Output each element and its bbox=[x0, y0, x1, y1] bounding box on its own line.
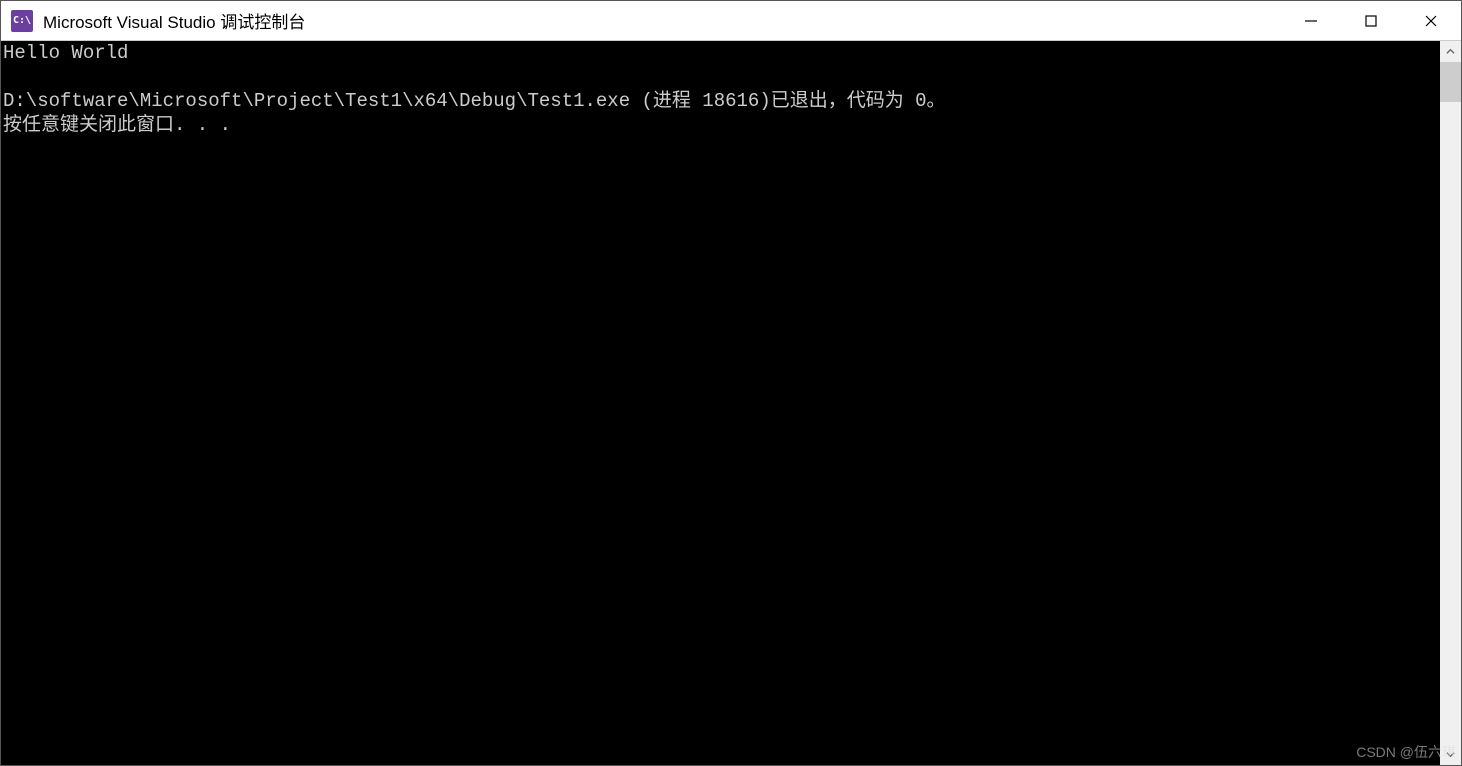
window-controls bbox=[1281, 1, 1461, 40]
window-title: Microsoft Visual Studio 调试控制台 bbox=[43, 8, 305, 33]
console-area: Hello World D:\software\Microsoft\Projec… bbox=[1, 41, 1461, 765]
minimize-button[interactable] bbox=[1281, 1, 1341, 40]
console-window: C:\ Microsoft Visual Studio 调试控制台 Hello … bbox=[0, 0, 1462, 766]
scroll-down-button[interactable] bbox=[1440, 744, 1461, 765]
minimize-icon bbox=[1304, 14, 1318, 28]
chevron-up-icon bbox=[1446, 47, 1455, 56]
app-icon: C:\ bbox=[11, 10, 33, 32]
close-button[interactable] bbox=[1401, 1, 1461, 40]
close-icon bbox=[1424, 14, 1438, 28]
scroll-thumb[interactable] bbox=[1440, 62, 1461, 102]
console-output[interactable]: Hello World D:\software\Microsoft\Projec… bbox=[1, 41, 1440, 765]
maximize-icon bbox=[1364, 14, 1378, 28]
vertical-scrollbar[interactable] bbox=[1440, 41, 1461, 765]
titlebar[interactable]: C:\ Microsoft Visual Studio 调试控制台 bbox=[1, 1, 1461, 41]
maximize-button[interactable] bbox=[1341, 1, 1401, 40]
chevron-down-icon bbox=[1446, 750, 1455, 759]
scroll-up-button[interactable] bbox=[1440, 41, 1461, 62]
